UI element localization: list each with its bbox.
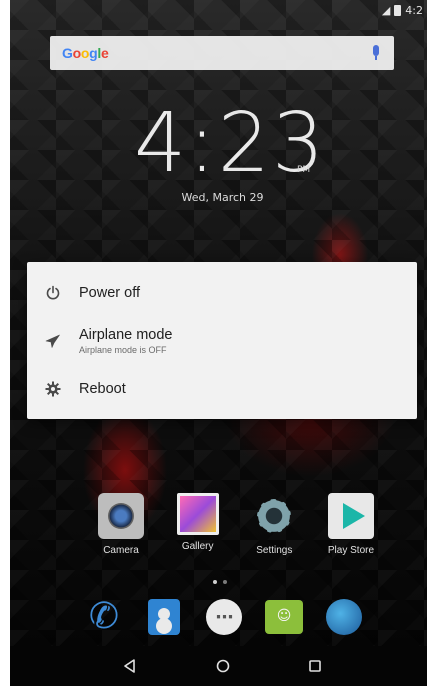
app-drawer-icon: ⋯	[206, 599, 242, 635]
nav-home-button[interactable]	[213, 656, 233, 676]
page-indicator	[213, 580, 227, 584]
app-label: Settings	[256, 545, 293, 556]
airplane-icon	[43, 331, 63, 351]
settings-icon	[251, 493, 297, 539]
home-icon	[216, 659, 230, 673]
clock-time: 4:23	[134, 96, 327, 191]
back-icon	[124, 659, 135, 673]
menu-subtitle: Airplane mode is OFF	[79, 345, 167, 355]
browser-icon	[326, 599, 362, 635]
status-time: 4:2	[405, 4, 423, 17]
messaging-icon: ☺	[265, 600, 303, 634]
menu-title: Airplane mode	[79, 327, 173, 343]
signal-icon: ◢	[381, 4, 391, 17]
app-settings[interactable]: Settings	[239, 493, 309, 556]
clock-ampm: PM	[297, 165, 311, 175]
phone-icon: ✆	[88, 596, 120, 637]
battery-icon	[394, 5, 402, 16]
status-bar: ◢ 4:2	[10, 0, 427, 22]
app-gallery[interactable]: Gallery	[163, 493, 233, 556]
navigation-bar	[10, 646, 427, 686]
nav-back-button[interactable]	[120, 656, 140, 676]
app-camera[interactable]: Camera	[86, 493, 156, 556]
airplane-mode-item[interactable]: Airplane mode Airplane mode is OFF	[27, 322, 417, 360]
power-menu-dialog: Power off Airplane mode Airplane mode is…	[27, 262, 417, 419]
dock: ✆ ⋯ ☺	[84, 597, 364, 637]
power-off-item[interactable]: Power off	[27, 280, 417, 306]
page-dot	[223, 580, 227, 584]
app-play-store[interactable]: Play Store	[316, 493, 386, 556]
status-icons: ◢ 4:2	[382, 4, 423, 17]
camera-icon	[98, 493, 144, 539]
contacts-icon	[148, 599, 180, 635]
nav-recents-button[interactable]	[305, 656, 325, 676]
menu-title: Reboot	[79, 381, 126, 397]
reboot-icon	[43, 379, 63, 399]
power-icon	[43, 283, 63, 303]
reboot-item[interactable]: Reboot	[27, 376, 417, 402]
gallery-icon	[176, 493, 219, 535]
power-off-text: Power off	[79, 285, 140, 301]
google-search-bar[interactable]: Google	[50, 36, 394, 70]
app-label: Play Store	[327, 545, 375, 556]
google-logo: Google	[62, 45, 109, 61]
app-label: Gallery	[181, 541, 214, 552]
mic-icon[interactable]	[372, 45, 380, 61]
app-row: Camera Gallery Settings Play Store	[86, 493, 386, 556]
play-store-icon	[327, 493, 374, 539]
recents-icon	[309, 660, 321, 672]
dock-phone[interactable]: ✆	[84, 597, 124, 637]
menu-title: Power off	[79, 285, 140, 301]
dock-browser[interactable]	[324, 597, 364, 637]
app-label: Camera	[103, 545, 139, 556]
airplane-mode-text: Airplane mode Airplane mode is OFF	[79, 327, 173, 355]
clock-date: Wed, March 29	[181, 191, 264, 204]
dock-contacts[interactable]	[144, 597, 184, 637]
reboot-text: Reboot	[79, 381, 126, 397]
dock-messaging[interactable]: ☺	[264, 597, 304, 637]
dock-app-drawer[interactable]: ⋯	[204, 597, 244, 637]
page-dot	[213, 580, 217, 584]
